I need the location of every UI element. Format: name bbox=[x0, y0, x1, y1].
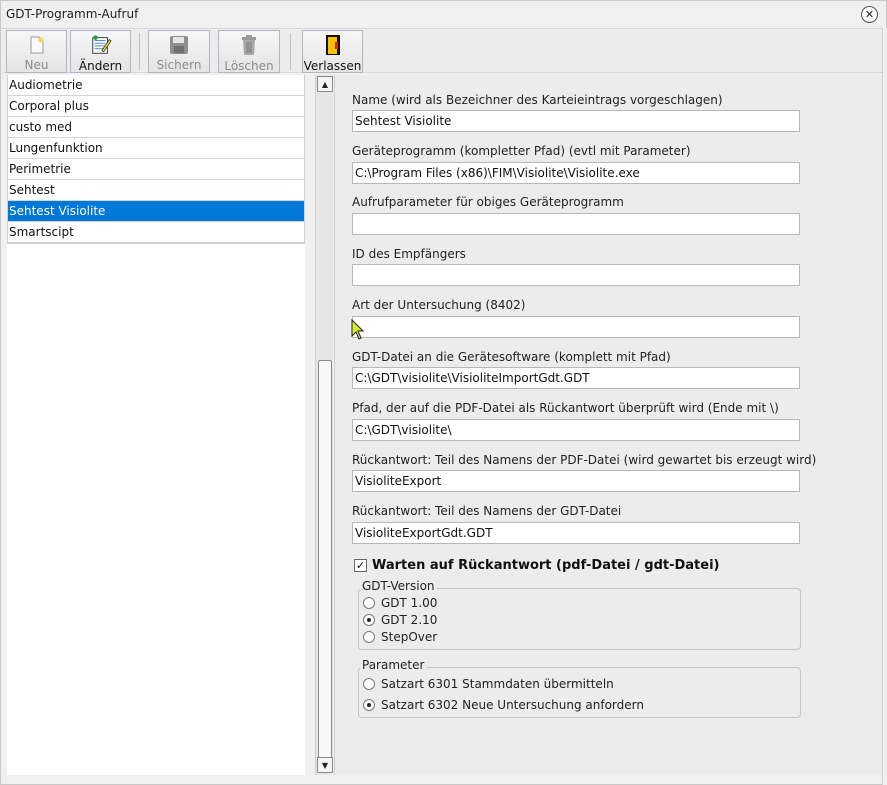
new-button-label: Neu bbox=[24, 58, 49, 72]
gdt-program-window: GDT-Programm-Aufruf ✕ Neu Ändern Sichern bbox=[0, 0, 887, 785]
pdf-path-input[interactable] bbox=[352, 419, 800, 441]
scroll-thumb[interactable] bbox=[318, 360, 332, 758]
edit-document-icon bbox=[90, 34, 112, 56]
wait-for-response-checkbox[interactable]: ✓ bbox=[354, 559, 367, 572]
gdt-name-label: Rückantwort: Teil des Namens der GDT-Dat… bbox=[352, 504, 622, 518]
program-list: Audiometrie Corporal plus custo med Lung… bbox=[7, 75, 305, 775]
radio-label: Satzart 6302 Neue Untersuchung anfordern bbox=[381, 698, 644, 712]
save-disk-icon bbox=[168, 34, 190, 55]
delete-button[interactable]: Löschen bbox=[218, 30, 280, 73]
toolbar-separator bbox=[139, 33, 140, 70]
radio-label: Satzart 6301 Stammdaten übermitteln bbox=[381, 677, 614, 691]
list-item[interactable]: Smartscipt bbox=[7, 222, 305, 243]
checkmark-icon: ✓ bbox=[355, 559, 366, 572]
parameter-option-selected[interactable]: Satzart 6302 Neue Untersuchung anfordern bbox=[363, 698, 644, 712]
close-icon: ✕ bbox=[864, 8, 875, 21]
edit-button-label: Ändern bbox=[78, 59, 123, 73]
radio-button-checked[interactable] bbox=[363, 699, 375, 711]
list-item[interactable]: Audiometrie bbox=[7, 75, 305, 96]
parameter-option[interactable]: Satzart 6301 Stammdaten übermitteln bbox=[363, 677, 614, 691]
list-item[interactable]: custo med bbox=[7, 117, 305, 138]
scroll-down-button[interactable]: ▼ bbox=[317, 757, 333, 773]
scroll-up-button[interactable]: ▲ bbox=[317, 76, 333, 92]
pdf-path-label: Pfad, der auf die PDF-Datei als Rückantw… bbox=[352, 401, 779, 415]
parameter-title: Parameter bbox=[360, 658, 427, 672]
gdt-version-title: GDT-Version bbox=[360, 579, 437, 593]
radio-button[interactable] bbox=[363, 678, 375, 690]
list-item[interactable]: Corporal plus bbox=[7, 96, 305, 117]
examination-type-label: Art der Untersuchung (8402) bbox=[352, 298, 526, 312]
list-item[interactable]: Perimetrie bbox=[7, 159, 305, 180]
gdt-version-option[interactable]: StepOver bbox=[363, 630, 437, 644]
wait-for-response-checkbox-row[interactable]: ✓ Warten auf Rückantwort (pdf-Datei / gd… bbox=[354, 558, 719, 573]
receiver-id-input[interactable] bbox=[352, 264, 800, 286]
radio-button[interactable] bbox=[363, 597, 375, 609]
pdf-name-input[interactable] bbox=[352, 470, 800, 492]
chevron-up-icon: ▲ bbox=[321, 79, 329, 89]
gdt-version-option-selected[interactable]: GDT 2.10 bbox=[363, 613, 437, 627]
trash-icon bbox=[238, 34, 260, 56]
new-document-icon bbox=[26, 34, 48, 55]
save-button-label: Sichern bbox=[156, 58, 202, 72]
detail-form: Name (wird als Bezeichner des Karteieint… bbox=[334, 75, 882, 775]
chevron-down-icon: ▼ bbox=[321, 760, 329, 770]
list-scrollbar[interactable]: ▲ ▼ bbox=[315, 75, 333, 775]
toolbar-separator bbox=[290, 33, 291, 70]
delete-button-label: Löschen bbox=[224, 59, 274, 73]
toolbar: Neu Ändern Sichern Löschen Verlassen bbox=[2, 28, 882, 73]
edit-button[interactable]: Ändern bbox=[70, 30, 131, 73]
radio-label: GDT 2.10 bbox=[381, 613, 438, 627]
call-parameter-input[interactable] bbox=[352, 213, 800, 235]
radio-button-checked[interactable] bbox=[363, 614, 375, 626]
exit-button-label: Verlassen bbox=[303, 59, 362, 73]
receiver-id-label: ID des Empfängers bbox=[352, 247, 466, 261]
list-item-selected[interactable]: Sehtest Visiolite bbox=[7, 201, 305, 222]
list-item[interactable]: Sehtest bbox=[7, 180, 305, 201]
gdt-file-label: GDT-Datei an die Gerätesoftware (komplet… bbox=[352, 350, 671, 364]
gdt-file-input[interactable] bbox=[352, 367, 800, 389]
window-edge bbox=[882, 28, 887, 785]
pdf-name-label: Rückantwort: Teil des Namens der PDF-Dat… bbox=[352, 453, 817, 467]
new-button[interactable]: Neu bbox=[6, 30, 67, 73]
program-path-label: Geräteprogramm (kompletter Pfad) (evtl m… bbox=[352, 144, 691, 158]
window-title: GDT-Programm-Aufruf bbox=[6, 7, 139, 21]
wait-for-response-label: Warten auf Rückantwort (pdf-Datei / gdt-… bbox=[372, 558, 720, 573]
program-path-input[interactable] bbox=[352, 162, 800, 184]
name-label: Name (wird als Bezeichner des Karteieint… bbox=[352, 93, 723, 107]
list-item[interactable]: Lungenfunktion bbox=[7, 138, 305, 159]
close-button[interactable]: ✕ bbox=[861, 6, 878, 23]
gdt-name-input[interactable] bbox=[352, 522, 800, 544]
radio-label: GDT 1.00 bbox=[381, 596, 438, 610]
save-button[interactable]: Sichern bbox=[148, 30, 210, 73]
gdt-version-option[interactable]: GDT 1.00 bbox=[363, 596, 437, 610]
exit-door-icon bbox=[322, 34, 344, 56]
radio-button[interactable] bbox=[363, 631, 375, 643]
radio-label: StepOver bbox=[381, 630, 438, 644]
name-input[interactable] bbox=[352, 110, 800, 132]
exit-button[interactable]: Verlassen bbox=[302, 30, 363, 73]
title-bar: GDT-Programm-Aufruf ✕ bbox=[1, 1, 886, 28]
mouse-cursor-icon bbox=[351, 319, 365, 340]
examination-type-input[interactable] bbox=[352, 316, 800, 338]
call-parameter-label: Aufrufparameter für obiges Geräteprogram… bbox=[352, 195, 624, 209]
